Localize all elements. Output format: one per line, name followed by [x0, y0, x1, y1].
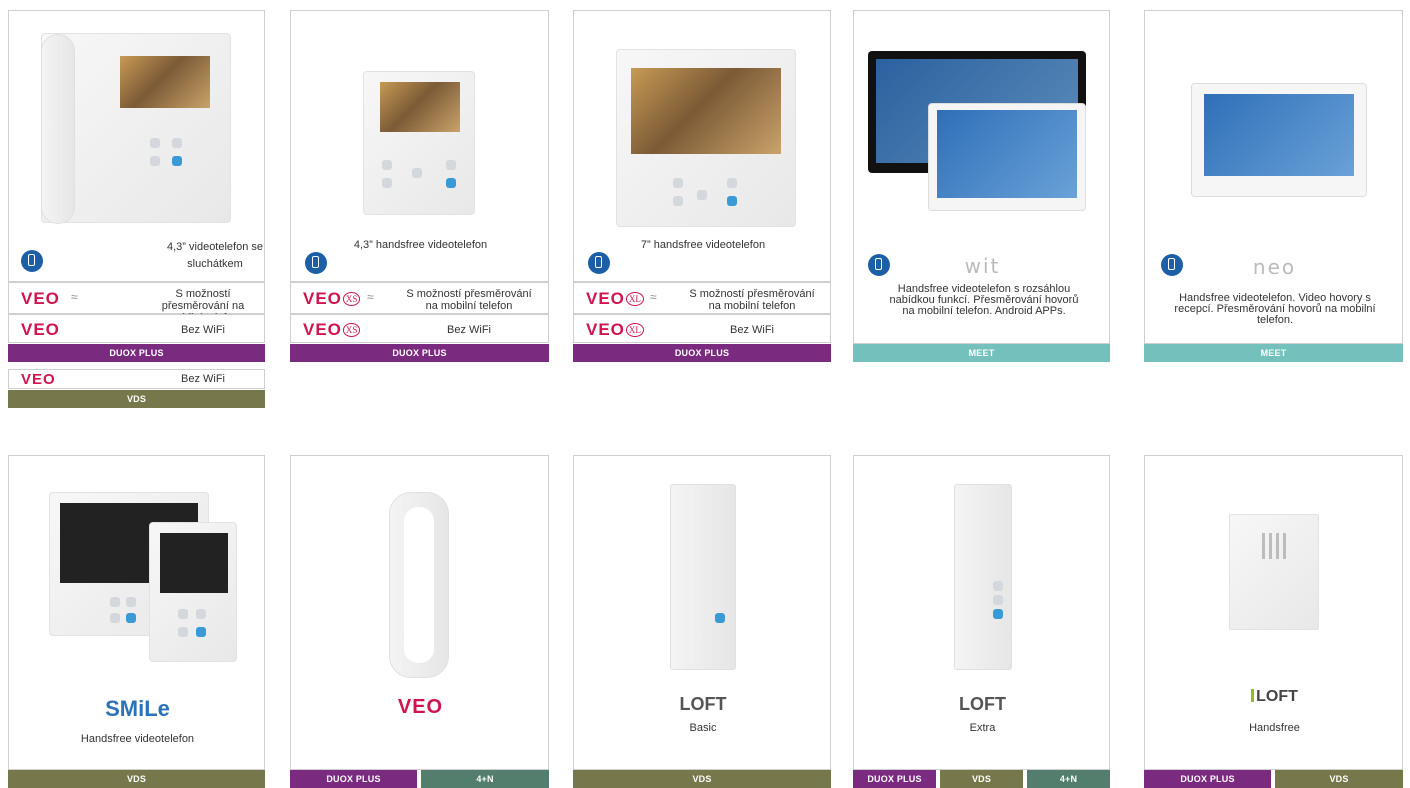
product-subtitle: Handsfree: [1249, 722, 1300, 734]
veo-label: VEO: [586, 289, 625, 308]
veo-xs-logo: VEO XS: [303, 289, 361, 309]
option-row-vds[interactable]: VEO Bez WiFi: [8, 369, 265, 389]
veo-suffix: XS: [342, 323, 361, 337]
product-image: [616, 49, 796, 227]
product-image: [389, 492, 449, 678]
loft-text: LOFT: [1256, 688, 1298, 705]
product-description: 7” handsfree videotelefon: [640, 239, 766, 251]
option-row-wifi[interactable]: VEO ≈ S možností přesměrování na mobilní…: [8, 282, 265, 324]
option-row-no-wifi[interactable]: VEO XL Bez WiFi: [573, 314, 831, 343]
veo-logo: VEO: [397, 696, 444, 718]
veo-logo: VEO: [21, 289, 60, 308]
product-image: [954, 484, 1012, 670]
product-card-loft-basic[interactable]: LOFT Basic: [573, 455, 831, 770]
system-bar-vds[interactable]: VDS: [8, 770, 265, 788]
veo-logo: VEO: [21, 320, 60, 339]
option-row-wifi[interactable]: VEO XL ≈ S možností přesměrování na mobil…: [573, 282, 831, 314]
iloft-accent-icon: [1251, 689, 1255, 702]
mobile-redirect-icon: [21, 250, 43, 272]
option-text: Bez WiFi: [181, 324, 225, 336]
product-description: 4,3” videotelefon se sluchátkem: [167, 241, 264, 270]
veo-xs-logo: VEO XS: [303, 320, 361, 340]
product-subtitle: Extra: [969, 722, 996, 734]
option-row-wifi[interactable]: VEO XS ≈ S možností přesměrování na mobil…: [290, 282, 549, 314]
wit-logo: wit: [964, 254, 1001, 278]
product-card-loft-handsfree[interactable]: LOFT Handsfree: [1144, 455, 1403, 770]
system-bar-duox-plus[interactable]: DUOX PLUS: [1144, 770, 1271, 788]
veo-suffix: XL: [625, 323, 644, 337]
product-card-veo-handset-basic[interactable]: VEO: [290, 455, 549, 770]
product-image: [41, 33, 231, 224]
system-bar-vds[interactable]: VDS: [573, 770, 831, 788]
system-bar-4n[interactable]: 4+N: [421, 770, 549, 788]
product-card-wit[interactable]: wit Handsfree videotelefon s rozsáhlou n…: [853, 10, 1110, 344]
loft-logo: LOFT: [679, 694, 727, 714]
product-image: [1229, 514, 1319, 630]
product-subtitle: Basic: [689, 722, 717, 734]
mobile-redirect-icon: [868, 254, 890, 276]
option-text: S možností přesměrování na mobilní telef…: [689, 288, 815, 312]
product-card-smile[interactable]: SMiLe Handsfree videotelefon: [8, 455, 265, 770]
mobile-redirect-icon: [1161, 254, 1183, 276]
product-image-small: [149, 522, 237, 662]
option-text: Bez WiFi: [447, 324, 491, 336]
system-bar-duox-plus[interactable]: DUOX PLUS: [573, 344, 831, 362]
option-row-no-wifi[interactable]: VEO XS Bez WiFi: [290, 314, 549, 343]
wifi-icon: ≈: [367, 290, 374, 304]
product-description: Handsfree videotelefon. Video hovory s r…: [1174, 292, 1376, 326]
option-text: Bez WiFi: [181, 373, 225, 385]
product-image: [1191, 83, 1367, 197]
system-bar-duox-plus[interactable]: DUOX PLUS: [290, 344, 549, 362]
option-text: Bez WiFi: [730, 324, 774, 336]
mobile-redirect-icon: [588, 252, 610, 274]
system-bar-meet[interactable]: MEET: [853, 344, 1110, 362]
system-bar-duox-plus[interactable]: DUOX PLUS: [290, 770, 417, 788]
iloft-logo: LOFT: [1145, 688, 1404, 706]
veo-xl-logo: VEO XL: [586, 289, 644, 309]
smile-logo: SMiLe: [105, 696, 170, 721]
veo-label: VEO: [586, 320, 625, 339]
product-card-loft-extra[interactable]: LOFT Extra: [853, 455, 1110, 770]
product-description: Handsfree videotelefon s rozsáhlou nabíd…: [889, 283, 1079, 317]
product-card-veo-xs[interactable]: 4,3” handsfree videotelefon: [290, 10, 549, 282]
product-card-veo-xl[interactable]: 7” handsfree videotelefon: [573, 10, 831, 282]
product-image: [670, 484, 736, 670]
mobile-redirect-icon: [305, 252, 327, 274]
system-bar-vds[interactable]: VDS: [8, 390, 265, 408]
neo-logo: neo: [1252, 255, 1297, 279]
system-bar-meet[interactable]: MEET: [1144, 344, 1403, 362]
product-description: 4,3” handsfree videotelefon: [353, 239, 488, 251]
veo-label: VEO: [303, 289, 342, 308]
wifi-icon: ≈: [650, 290, 657, 304]
product-card-neo[interactable]: neo Handsfree videotelefon. Video hovory…: [1144, 10, 1403, 344]
product-card-veo-handset[interactable]: 4,3” videotelefon se sluchátkem: [8, 10, 265, 282]
wifi-icon: ≈: [71, 290, 78, 304]
system-bar-duox-plus[interactable]: DUOX PLUS: [8, 344, 265, 362]
loft-logo: LOFT: [959, 694, 1006, 714]
veo-suffix: XS: [342, 292, 361, 306]
product-description: Handsfree videotelefon: [80, 733, 195, 745]
veo-xl-logo: VEO XL: [586, 320, 644, 340]
veo-label: VEO: [303, 320, 342, 339]
system-bar-vds[interactable]: VDS: [940, 770, 1023, 788]
product-image: [363, 71, 475, 215]
veo-suffix: XL: [625, 292, 644, 306]
option-row-no-wifi[interactable]: VEO Bez WiFi: [8, 314, 265, 343]
option-text: S možností přesměrování na mobilní telef…: [406, 288, 532, 312]
product-image-front: [928, 103, 1086, 211]
system-bar-duox-plus[interactable]: DUOX PLUS: [853, 770, 936, 788]
system-bar-vds[interactable]: VDS: [1275, 770, 1403, 788]
system-bar-4n[interactable]: 4+N: [1027, 770, 1110, 788]
veo-logo: VEO: [21, 371, 56, 388]
